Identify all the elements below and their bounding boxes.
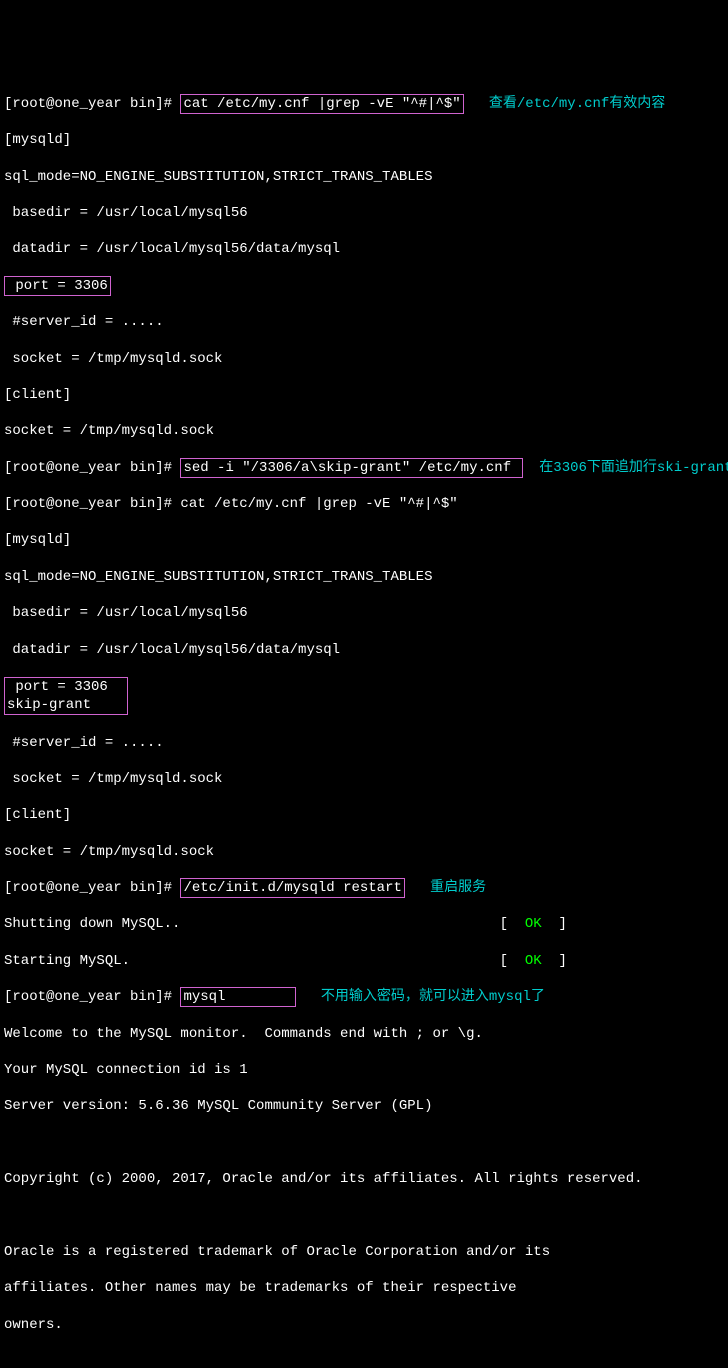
- command-mysql: mysql: [180, 987, 295, 1007]
- starting-text: Starting MySQL. [: [4, 953, 525, 969]
- output-line: [client]: [4, 386, 724, 404]
- output-line: [mysqld]: [4, 531, 724, 549]
- blank-line: [4, 1206, 724, 1224]
- bracket-close: ]: [542, 916, 567, 932]
- annotation-view-config: 查看/etc/my.cnf有效内容: [464, 96, 666, 112]
- annotation-no-password: 不用输入密码，就可以进入mysql了: [296, 989, 545, 1005]
- output-line: basedir = /usr/local/mysql56: [4, 204, 724, 222]
- mysql-copyright: Copyright (c) 2000, 2017, Oracle and/or …: [4, 1170, 724, 1188]
- output-line: sql_mode=NO_ENGINE_SUBSTITUTION,STRICT_T…: [4, 168, 724, 186]
- status-ok: OK: [525, 953, 542, 969]
- terminal-output[interactable]: [root@one_year bin]# cat /etc/my.cnf |gr…: [4, 77, 724, 1368]
- shell-prompt: [root@one_year bin]#: [4, 460, 180, 476]
- annotation-restart: 重启服务: [405, 880, 486, 896]
- command-sed: sed -i "/3306/a\skip-grant" /etc/my.cnf: [180, 458, 522, 478]
- command-restart: /etc/init.d/mysqld restart: [180, 878, 404, 898]
- output-port-line: port = 3306: [4, 276, 111, 296]
- output-port-skip-grant-box: port = 3306 skip-grant: [4, 677, 128, 715]
- output-line: datadir = /usr/local/mysql56/data/mysql: [4, 240, 724, 258]
- mysql-welcome: Welcome to the MySQL monitor. Commands e…: [4, 1025, 724, 1043]
- output-line: [client]: [4, 806, 724, 824]
- output-line: #server_id = .....: [4, 313, 724, 331]
- output-line: datadir = /usr/local/mysql56/data/mysql: [4, 641, 724, 659]
- mysql-trademark: affiliates. Other names may be trademark…: [4, 1279, 724, 1297]
- mysql-trademark: owners.: [4, 1316, 724, 1334]
- status-ok: OK: [525, 916, 542, 932]
- output-line: basedir = /usr/local/mysql56: [4, 604, 724, 622]
- output-line: #server_id = .....: [4, 734, 724, 752]
- mysql-trademark: Oracle is a registered trademark of Orac…: [4, 1243, 724, 1261]
- output-line: socket = /tmp/mysqld.sock: [4, 422, 724, 440]
- annotation-append-skip-grant: 在3306下面追加行ski-grant: [523, 460, 728, 476]
- output-line: sql_mode=NO_ENGINE_SUBSTITUTION,STRICT_T…: [4, 568, 724, 586]
- bracket-close: ]: [542, 953, 567, 969]
- shell-prompt-cmd: [root@one_year bin]# cat /etc/my.cnf |gr…: [4, 495, 724, 513]
- output-line: socket = /tmp/mysqld.sock: [4, 350, 724, 368]
- shell-prompt: [root@one_year bin]#: [4, 880, 180, 896]
- blank-line: [4, 1352, 724, 1368]
- shell-prompt: [root@one_year bin]#: [4, 96, 180, 112]
- command-cat-grep: cat /etc/my.cnf |grep -vE "^#|^$": [180, 94, 463, 114]
- shell-prompt: [root@one_year bin]#: [4, 989, 180, 1005]
- blank-line: [4, 1134, 724, 1152]
- output-line: socket = /tmp/mysqld.sock: [4, 843, 724, 861]
- output-line: socket = /tmp/mysqld.sock: [4, 770, 724, 788]
- mysql-conn-id: Your MySQL connection id is 1: [4, 1061, 724, 1079]
- output-line: [mysqld]: [4, 131, 724, 149]
- mysql-version: Server version: 5.6.36 MySQL Community S…: [4, 1097, 724, 1115]
- shutdown-text: Shutting down MySQL.. [: [4, 916, 525, 932]
